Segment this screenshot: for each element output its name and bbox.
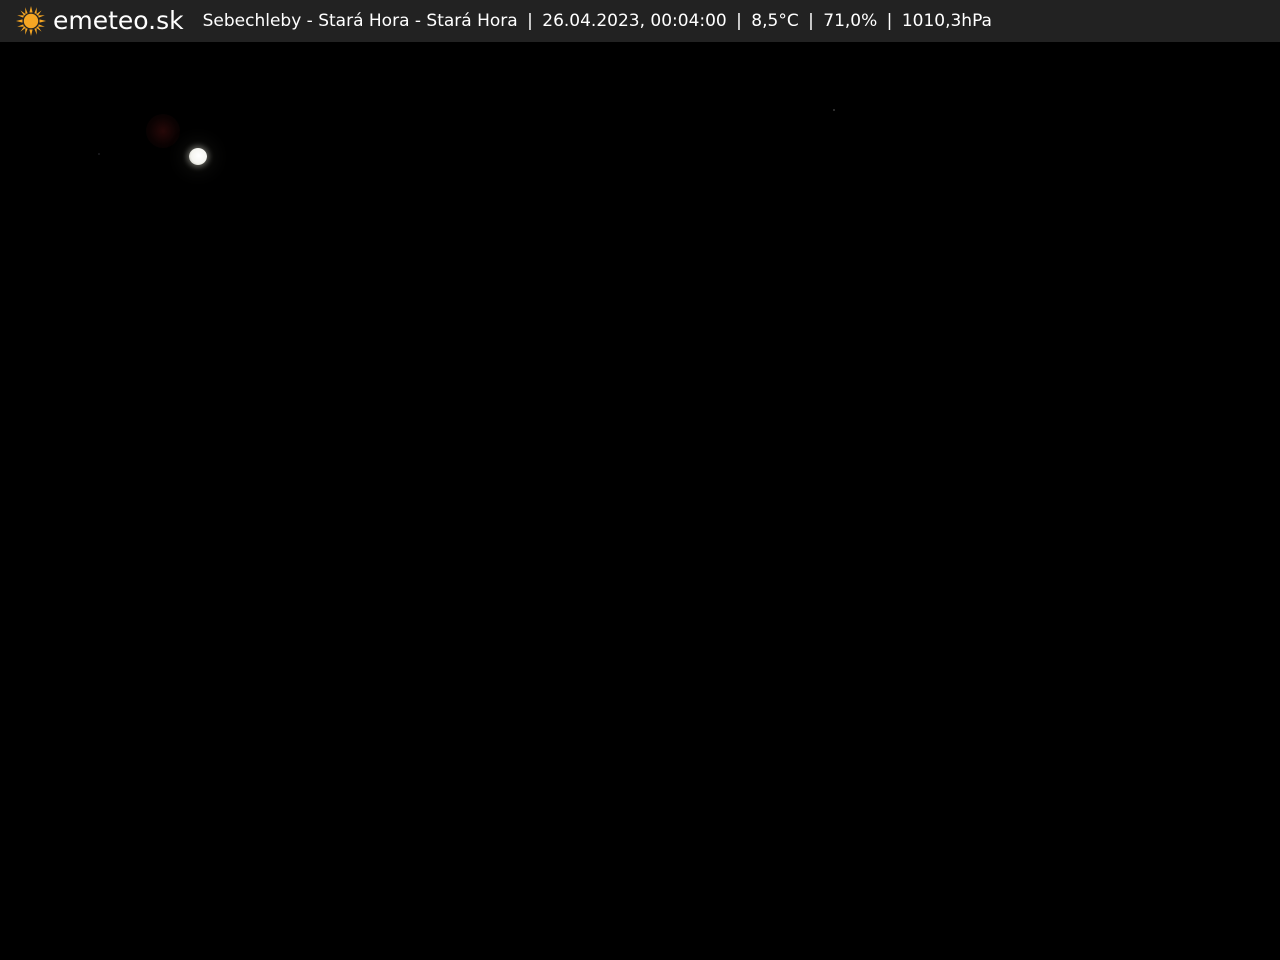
- star: [833, 109, 835, 111]
- separator: |: [808, 11, 814, 31]
- webcam-frame: emeteo.sk Sebechleby - Stará Hora - Star…: [0, 0, 1280, 960]
- star: [98, 153, 100, 155]
- night-sky-image: [0, 42, 1280, 960]
- pressure-text: 1010,3hPa: [901, 11, 992, 31]
- separator: |: [886, 11, 893, 31]
- timestamp-text: 26.04.2023, 00:04:00: [542, 11, 727, 31]
- sun-icon: [15, 5, 47, 37]
- separator: |: [527, 11, 533, 31]
- lens-flare: [146, 114, 180, 148]
- temperature-text: 8,5°C: [751, 11, 799, 31]
- brand-name[interactable]: emeteo.sk: [53, 0, 184, 42]
- station-caption: Sebechleby - Stará Hora - Stará Hora | 2…: [203, 0, 992, 42]
- separator: |: [736, 11, 742, 31]
- location-text: Sebechleby - Stará Hora - Stará Hora: [202, 11, 518, 31]
- info-bar: emeteo.sk Sebechleby - Stará Hora - Star…: [0, 0, 1280, 42]
- humidity-text: 71,0%: [823, 11, 878, 31]
- moon-icon: [189, 148, 207, 165]
